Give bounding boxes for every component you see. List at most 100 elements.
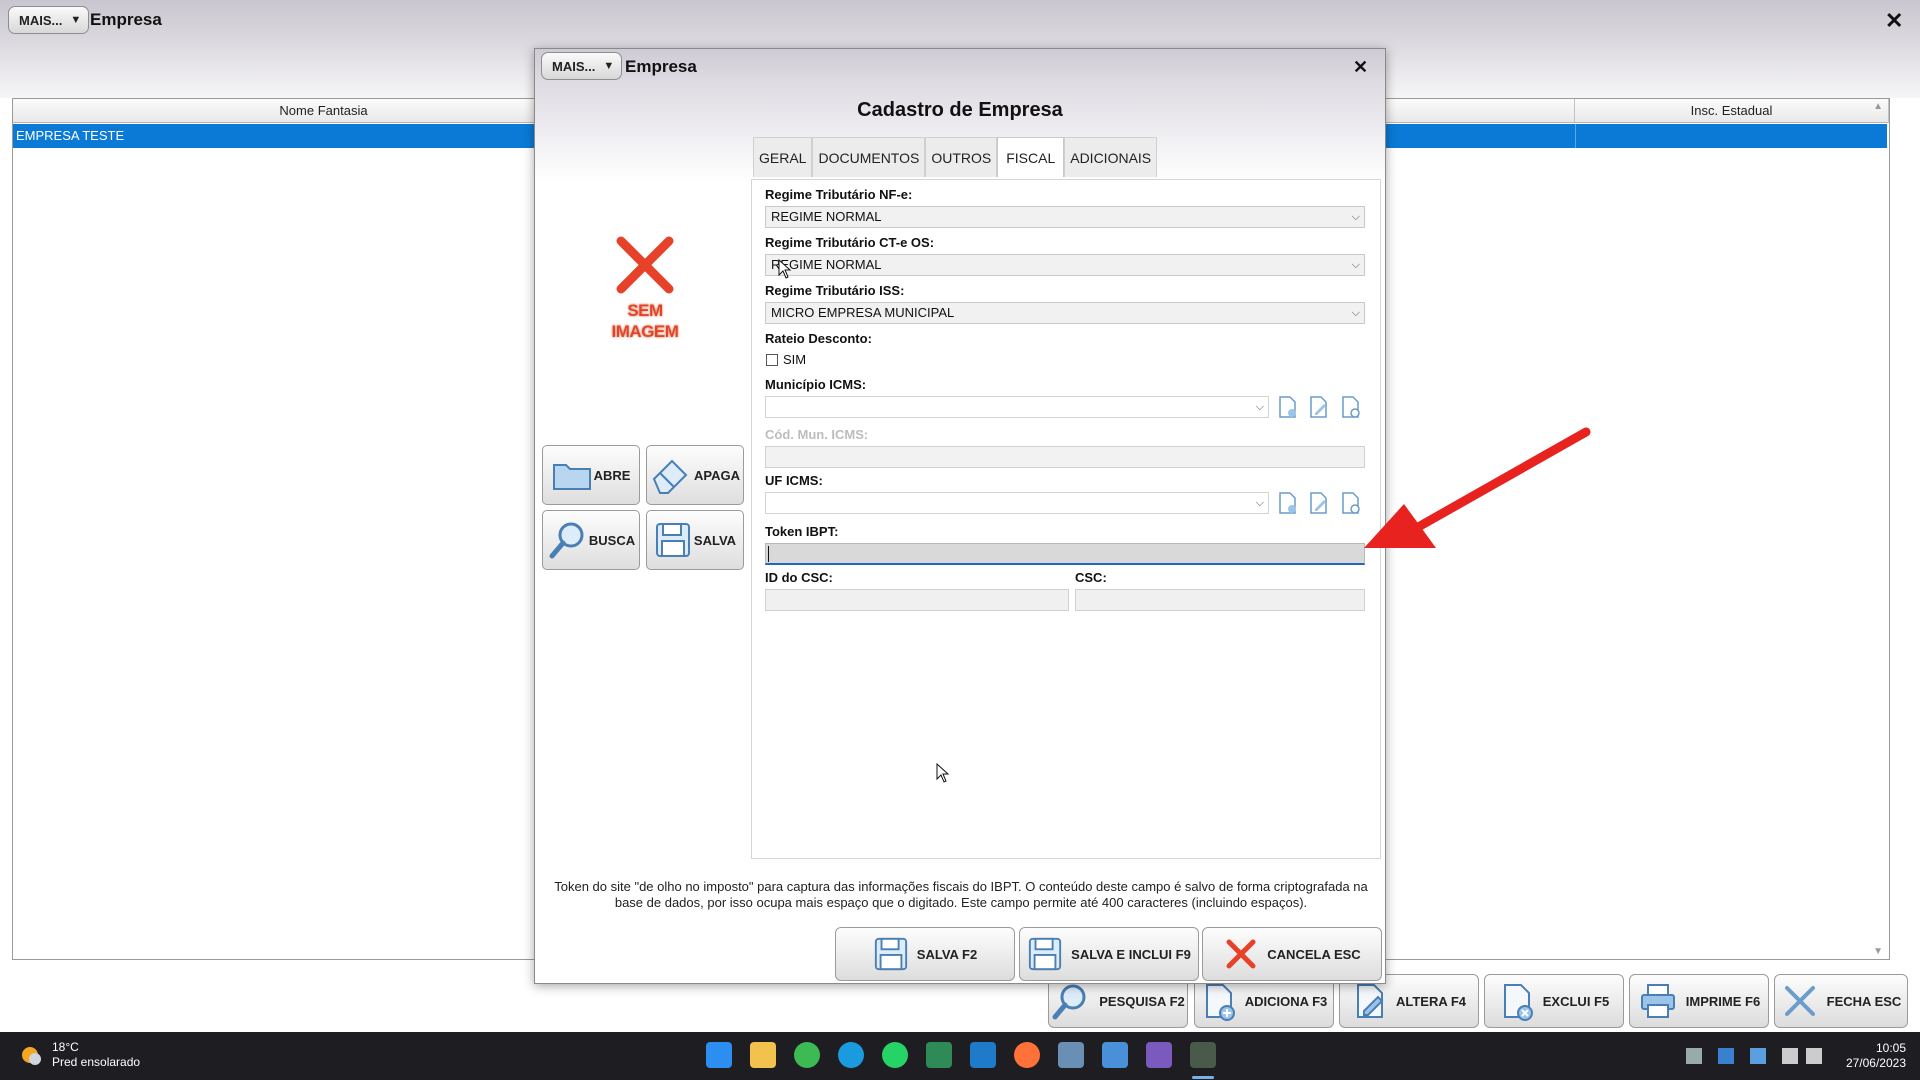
csc-label: CSC: [1075, 570, 1107, 585]
volume-icon[interactable] [1806, 1048, 1822, 1064]
fiscal-tab-panel [751, 179, 1381, 859]
add-document-icon [1205, 984, 1235, 1021]
notepad-icon[interactable] [1102, 1042, 1128, 1068]
printer-icon [1640, 984, 1675, 1018]
regime-nfe-value: REGIME NORMAL [771, 209, 882, 224]
active-app-indicator [1192, 1076, 1214, 1079]
rateio-sim-checkbox[interactable] [766, 354, 778, 366]
abre-button[interactable]: ABRE [542, 445, 640, 505]
windows-start-icon[interactable] [706, 1042, 732, 1068]
abre-label: ABRE [593, 467, 631, 483]
chevron-down-icon: ⌵ [1255, 401, 1264, 413]
folder-icon [552, 464, 591, 490]
tab-adicionais[interactable]: ADICIONAIS [1064, 137, 1158, 177]
dialog-mais-button[interactable]: MAIS... ▼ [541, 52, 623, 80]
csc-input[interactable] [1075, 589, 1365, 611]
edit-municipio-icon[interactable] [1308, 395, 1330, 419]
tab-geral[interactable]: GERAL [753, 137, 813, 177]
pesquisa-label: PESQUISA F2 [1099, 993, 1185, 1009]
column-header-insc-estadual[interactable]: Insc. Estadual [1575, 99, 1889, 123]
token-ibpt-input[interactable] [765, 543, 1365, 565]
dialog-title: Empresa [625, 57, 697, 76]
close-icon [1784, 986, 1815, 1016]
regime-cte-select[interactable]: REGIME NORMAL ⌵ [765, 254, 1365, 276]
imprime-button[interactable]: IMPRIME F6 [1629, 974, 1769, 1028]
cancel-x-icon [1226, 939, 1256, 969]
no-image-placeholder: SEM IMAGEM [595, 233, 695, 342]
search-uf-icon[interactable] [1340, 491, 1362, 515]
tab-documentos[interactable]: DOCUMENTOS [812, 137, 926, 177]
token-help-text: Token do site "de olho no imposto" para … [554, 879, 1368, 910]
salva-f2-button[interactable]: SALVA F2 [835, 927, 1015, 981]
salva-image-label: SALVA [693, 532, 737, 548]
edge-icon[interactable] [838, 1042, 864, 1068]
busca-label: BUSCA [588, 532, 636, 548]
weather-temperature: 18°C [52, 1040, 79, 1054]
windows-taskbar: 18°C Pred ensolarado 10:05 27/06/2023 [0, 1032, 1920, 1080]
busca-button[interactable]: BUSCA [542, 510, 640, 570]
delete-document-icon [1503, 984, 1533, 1021]
settings-gear-icon[interactable] [1058, 1042, 1084, 1068]
altera-label: ALTERA F4 [1395, 993, 1467, 1009]
cancela-esc-label: CANCELA ESC [1267, 946, 1361, 962]
main-mais-button[interactable]: MAIS... ▼ [8, 6, 90, 34]
salva-image-button[interactable]: SALVA [646, 510, 744, 570]
usb-icon[interactable] [1686, 1048, 1702, 1064]
erp-app-icon[interactable] [1190, 1042, 1216, 1068]
regime-nfe-label: Regime Tributário NF-e: [765, 187, 913, 202]
main-window-title: Empresa [90, 10, 162, 29]
cod-mun-icms-field [765, 446, 1365, 468]
salva-f2-label: SALVA F2 [916, 946, 978, 962]
chevron-down-icon: ⌵ [1351, 259, 1360, 271]
eraser-icon [652, 459, 688, 494]
regime-nfe-select[interactable]: REGIME NORMAL ⌵ [765, 206, 1365, 228]
video-editor-icon[interactable] [1146, 1042, 1172, 1068]
uf-icms-label: UF ICMS: [765, 473, 823, 488]
main-title-bar [0, 0, 1920, 44]
whatsapp-icon[interactable] [882, 1042, 908, 1068]
main-close-icon[interactable]: ✕ [1885, 10, 1903, 32]
scroll-up-icon[interactable]: ▲ [1873, 101, 1883, 112]
search-municipio-icon[interactable] [1340, 395, 1362, 419]
add-municipio-icon[interactable] [1277, 395, 1299, 419]
tab-fiscal[interactable]: FISCAL [997, 137, 1065, 177]
adiciona-label: ADICIONA F3 [1244, 993, 1328, 1009]
municipio-icms-select[interactable]: ⌵ [765, 396, 1269, 418]
exclui-button[interactable]: EXCLUI F5 [1484, 974, 1624, 1028]
floppy-disk-icon [874, 937, 907, 971]
cancela-esc-button[interactable]: CANCELA ESC [1202, 927, 1382, 981]
magnifier-icon [1052, 984, 1086, 1020]
id-csc-input[interactable] [765, 589, 1069, 611]
chrome-icon[interactable] [794, 1042, 820, 1068]
network-icon[interactable] [1782, 1048, 1798, 1064]
cadastro-empresa-dialog: MAIS... ▼ Empresa ✕ Cadastro de Empresa … [534, 48, 1386, 984]
regime-iss-select[interactable]: MICRO EMPRESA MUNICIPAL ⌵ [765, 302, 1365, 324]
spreadsheet-icon[interactable] [926, 1042, 952, 1068]
regime-iss-label: Regime Tributário ISS: [765, 283, 905, 298]
edit-document-icon [1356, 984, 1384, 1018]
tab-outros[interactable]: OUTROS [925, 137, 998, 177]
mail-icon[interactable] [970, 1042, 996, 1068]
system-clock[interactable]: 10:05 27/06/2023 [1846, 1041, 1906, 1071]
onedrive-icon[interactable] [1750, 1048, 1766, 1064]
file-explorer-icon[interactable] [750, 1042, 776, 1068]
firefox-icon[interactable] [1014, 1042, 1040, 1068]
fecha-button[interactable]: FECHA ESC [1774, 974, 1908, 1028]
dialog-close-icon[interactable]: ✕ [1353, 58, 1368, 76]
edit-uf-icon[interactable] [1308, 491, 1330, 515]
scroll-down-icon[interactable]: ▼ [1873, 946, 1883, 957]
apaga-button[interactable]: APAGA [646, 445, 744, 505]
apaga-label: APAGA [694, 467, 740, 483]
main-mais-label: MAIS... [19, 12, 63, 28]
exclui-label: EXCLUI F5 [1542, 993, 1610, 1009]
defender-icon[interactable] [1718, 1048, 1734, 1064]
chevron-down-icon: ⌵ [1255, 497, 1264, 509]
municipio-icms-label: Município ICMS: [765, 377, 867, 392]
uf-icms-select[interactable]: ⌵ [765, 492, 1269, 514]
imprime-label: IMPRIME F6 [1685, 993, 1761, 1009]
weather-widget[interactable]: 18°C Pred ensolarado [18, 1040, 140, 1070]
add-uf-icon[interactable] [1277, 491, 1299, 515]
token-ibpt-label: Token IBPT: [765, 524, 839, 539]
salva-inclui-f9-button[interactable]: SALVA E INCLUI F9 [1019, 927, 1199, 981]
cod-mun-icms-label: Cód. Mun. ICMS: [765, 427, 869, 442]
